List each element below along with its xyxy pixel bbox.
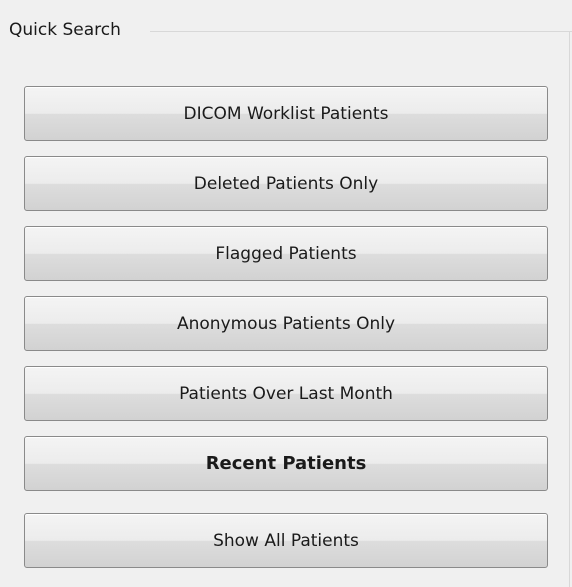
quick-search-groupbox: Quick Search DICOM Worklist Patients Del…	[0, 0, 572, 587]
show-all-patients-button[interactable]: Show All Patients	[24, 513, 548, 568]
dicom-worklist-patients-button[interactable]: DICOM Worklist Patients	[24, 86, 548, 141]
recent-patients-button[interactable]: Recent Patients	[24, 436, 548, 491]
flagged-patients-button[interactable]: Flagged Patients	[24, 226, 548, 281]
deleted-patients-only-button[interactable]: Deleted Patients Only	[24, 156, 548, 211]
groupbox-top-border	[150, 31, 572, 32]
groupbox-right-border	[569, 31, 570, 587]
quick-search-button-list: DICOM Worklist Patients Deleted Patients…	[24, 86, 548, 583]
anonymous-patients-only-button[interactable]: Anonymous Patients Only	[24, 296, 548, 351]
groupbox-title: Quick Search	[9, 19, 125, 41]
patients-over-last-month-button[interactable]: Patients Over Last Month	[24, 366, 548, 421]
